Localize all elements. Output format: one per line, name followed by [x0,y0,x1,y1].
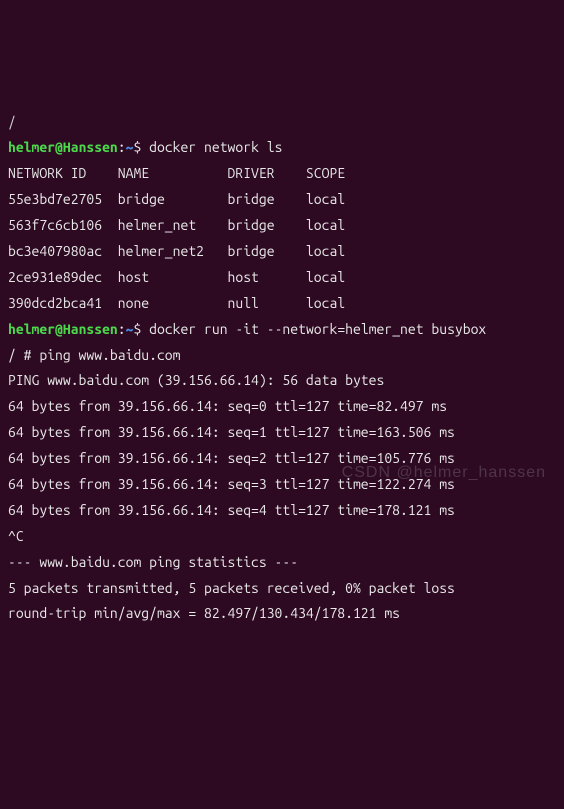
prompt-host: Hanssen [63,321,118,337]
prompt-user: helmer [8,321,55,337]
table-header: NETWORK ID NAME DRIVER SCOPE [8,165,345,181]
ping-line: 64 bytes from 39.156.66.14: seq=4 ttl=12… [8,502,455,518]
table-row: 2ce931e89dec host host local [8,269,345,285]
terminal[interactable]: / helmer@Hanssen:~$ docker network ls NE… [8,110,556,628]
prompt-user: helmer [8,139,55,155]
shell-line: / # ping www.baidu.com [8,347,180,363]
prompt-dollar: $ [133,321,149,337]
prompt-host: Hanssen [63,139,118,155]
ping-line: 64 bytes from 39.156.66.14: seq=0 ttl=12… [8,398,447,414]
ping-line: 64 bytes from 39.156.66.14: seq=1 ttl=12… [8,424,455,440]
ping-line: 64 bytes from 39.156.66.14: seq=2 ttl=12… [8,450,455,466]
stats-line: 5 packets transmitted, 5 packets receive… [8,580,455,596]
prompt-at: @ [55,139,63,155]
stats-line: round-trip min/avg/max = 82.497/130.434/… [8,605,400,621]
prompt-colon: : [118,139,126,155]
prompt-at: @ [55,321,63,337]
table-row: 55e3bd7e2705 bridge bridge local [8,191,345,207]
ping-header: PING www.baidu.com (39.156.66.14): 56 da… [8,372,384,388]
prompt-dollar: $ [133,139,149,155]
command-text: docker network ls [149,139,282,155]
ctrl-c: ^C [8,528,24,544]
stats-header: --- www.baidu.com ping statistics --- [8,554,298,570]
line-slash: / [8,114,16,130]
table-row: 390dcd2bca41 none null local [8,295,345,311]
ping-line: 64 bytes from 39.156.66.14: seq=3 ttl=12… [8,476,455,492]
table-row: 563f7c6cb106 helmer_net bridge local [8,217,345,233]
prompt-colon: : [118,321,126,337]
table-row: bc3e407980ac helmer_net2 bridge local [8,243,345,259]
command-text: docker run -it --network=helmer_net busy… [149,321,486,337]
